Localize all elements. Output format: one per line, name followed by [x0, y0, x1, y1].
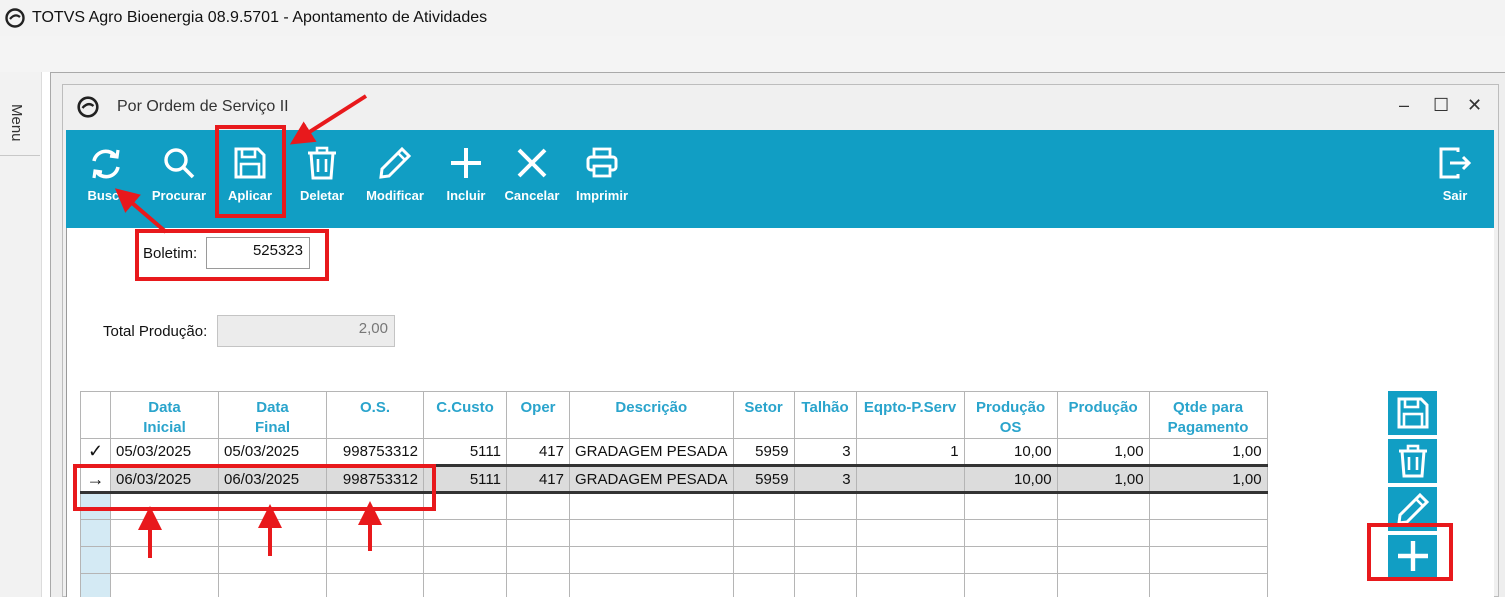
annotation-arrows	[114, 94, 382, 558]
